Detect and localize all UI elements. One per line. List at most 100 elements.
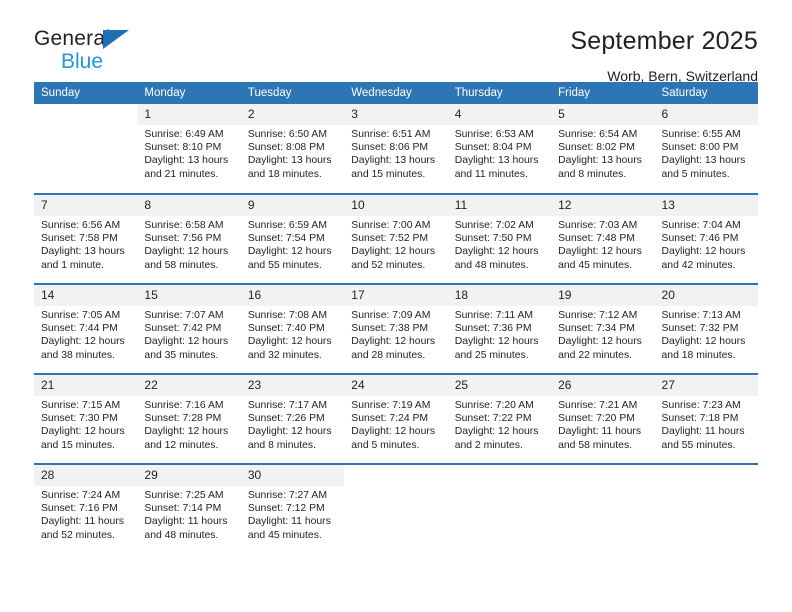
sunset-text: Sunset: 7:54 PM [247, 233, 325, 245]
calendar-cell-empty [34, 104, 138, 194]
empty-day-cell [551, 465, 655, 554]
day-cell[interactable]: 7 Sunrise: 6:56 AM Sunset: 7:58 PM Daylight… [34, 195, 138, 283]
day-cell[interactable]: 23 Sunrise: 7:17 AM Sunset: 7:26 PM Dayligh… [240, 375, 345, 463]
calendar-cell-day-13: 13 Sunrise: 7:04 AM Sunset: 7:46 PM Dayligh… [654, 193, 758, 284]
day-cell[interactable]: 4 Sunrise: 6:53 AM Sunset: 8:04 PM Daylight… [447, 104, 552, 193]
sunset-text: Sunset: 7:14 PM [144, 503, 222, 515]
day-number: 13 [654, 195, 758, 216]
daylight-text: Daylight: 12 hours and 12 minutes. [144, 426, 229, 451]
calendar-cell-day-18: 18 Sunrise: 7:11 AM Sunset: 7:36 PM Dayligh… [447, 283, 552, 374]
sunset-text: Sunset: 7:26 PM [247, 413, 325, 425]
day-cell[interactable]: 2 Sunrise: 6:50 AM Sunset: 8:08 PM Daylight… [240, 104, 345, 193]
sunset-text: Sunset: 7:40 PM [247, 323, 325, 335]
day-cell[interactable]: 9 Sunrise: 6:59 AM Sunset: 7:54 PM Daylight… [240, 195, 345, 283]
calendar-cell-day-16: 16 Sunrise: 7:08 AM Sunset: 7:40 PM Dayligh… [240, 283, 345, 374]
brand-name-general: General [34, 27, 111, 50]
brand-logo[interactable]: General Blue [34, 26, 154, 72]
day-cell[interactable]: 17 Sunrise: 7:09 AM Sunset: 7:38 PM Dayligh… [344, 285, 448, 373]
calendar-cell-day-4: 4 Sunrise: 6:53 AM Sunset: 8:04 PM Daylight… [447, 104, 552, 194]
sunset-text: Sunset: 7:30 PM [41, 413, 118, 425]
day-cell[interactable]: 24 Sunrise: 7:19 AM Sunset: 7:24 PM Dayligh… [344, 375, 448, 463]
day-cell[interactable]: 13 Sunrise: 7:04 AM Sunset: 7:46 PM Dayligh… [654, 195, 758, 283]
day-number: 25 [447, 375, 552, 396]
calendar-cell-empty [344, 463, 448, 554]
page-subtitle: Worb, Bern, Switzerland [607, 68, 758, 84]
day-sun-info: Sunrise: 7:07 AM Sunset: 7:42 PM Daylight:… [137, 306, 240, 362]
day-cell[interactable]: 22 Sunrise: 7:16 AM Sunset: 7:28 PM Dayligh… [137, 375, 241, 463]
day-cell[interactable]: 18 Sunrise: 7:11 AM Sunset: 7:36 PM Dayligh… [447, 285, 552, 373]
daylight-text: Daylight: 12 hours and 15 minutes. [41, 426, 125, 451]
day-cell[interactable]: 27 Sunrise: 7:23 AM Sunset: 7:18 PM Dayligh… [654, 375, 758, 463]
day-number-band [34, 104, 138, 125]
day-cell[interactable]: 30 Sunrise: 7:27 AM Sunset: 7:12 PM Dayligh… [240, 465, 345, 554]
sunrise-text: Sunrise: 7:19 AM [351, 400, 431, 411]
sunrise-text: Sunrise: 6:59 AM [247, 220, 327, 231]
daylight-text: Daylight: 13 hours and 8 minutes. [558, 155, 642, 180]
daylight-text: Daylight: 12 hours and 52 minutes. [351, 246, 436, 271]
calendar-cell-day-28: 28 Sunrise: 7:24 AM Sunset: 7:16 PM Dayligh… [34, 463, 138, 554]
sunrise-text: Sunrise: 6:58 AM [144, 220, 224, 231]
sunrise-text: Sunrise: 7:08 AM [247, 310, 327, 321]
day-cell[interactable]: 11 Sunrise: 7:02 AM Sunset: 7:50 PM Dayligh… [447, 195, 552, 283]
sunrise-text: Sunrise: 7:21 AM [558, 400, 638, 411]
sunset-text: Sunset: 7:44 PM [41, 323, 118, 335]
day-cell[interactable]: 6 Sunrise: 6:55 AM Sunset: 8:00 PM Daylight… [654, 104, 758, 193]
day-cell[interactable]: 3 Sunrise: 6:51 AM Sunset: 8:06 PM Daylight… [344, 104, 448, 193]
day-cell[interactable]: 15 Sunrise: 7:07 AM Sunset: 7:42 PM Dayligh… [137, 285, 241, 373]
day-cell[interactable]: 12 Sunrise: 7:03 AM Sunset: 7:48 PM Dayligh… [551, 195, 655, 283]
calendar-cell-day-11: 11 Sunrise: 7:02 AM Sunset: 7:50 PM Dayligh… [447, 193, 552, 284]
daylight-text: Daylight: 12 hours and 48 minutes. [454, 246, 539, 271]
daylight-text: Daylight: 12 hours and 5 minutes. [351, 426, 436, 451]
daylight-text: Daylight: 13 hours and 21 minutes. [144, 155, 229, 180]
calendar-cell-day-30: 30 Sunrise: 7:27 AM Sunset: 7:12 PM Dayligh… [240, 463, 345, 554]
day-cell[interactable]: 16 Sunrise: 7:08 AM Sunset: 7:40 PM Dayligh… [240, 285, 345, 373]
day-cell[interactable]: 19 Sunrise: 7:12 AM Sunset: 7:34 PM Dayligh… [551, 285, 655, 373]
calendar-cell-empty [654, 463, 758, 554]
day-cell[interactable]: 29 Sunrise: 7:25 AM Sunset: 7:14 PM Dayligh… [137, 465, 241, 554]
sunrise-text: Sunrise: 6:55 AM [661, 129, 741, 140]
empty-day-cell [654, 465, 758, 554]
calendar-cell-day-19: 19 Sunrise: 7:12 AM Sunset: 7:34 PM Dayligh… [551, 283, 655, 374]
day-cell[interactable]: 1 Sunrise: 6:49 AM Sunset: 8:10 PM Daylight… [137, 104, 241, 193]
calendar-cell-day-24: 24 Sunrise: 7:19 AM Sunset: 7:24 PM Dayligh… [344, 373, 448, 464]
day-sun-info: Sunrise: 7:23 AM Sunset: 7:18 PM Daylight:… [655, 396, 758, 452]
sunset-text: Sunset: 7:48 PM [558, 233, 635, 245]
sunrise-text: Sunrise: 7:09 AM [351, 310, 431, 321]
day-sun-info: Sunrise: 7:21 AM Sunset: 7:20 PM Daylight:… [551, 396, 654, 452]
day-number: 9 [240, 195, 345, 216]
day-sun-info: Sunrise: 6:54 AM Sunset: 8:02 PM Daylight:… [551, 125, 654, 181]
empty-day-cell [34, 104, 138, 193]
day-number-band [654, 465, 758, 486]
day-sun-info: Sunrise: 7:20 AM Sunset: 7:22 PM Daylight:… [448, 396, 551, 452]
day-sun-info: Sunrise: 7:15 AM Sunset: 7:30 PM Daylight:… [34, 396, 137, 452]
weekday-header-sunday: Sunday [34, 82, 138, 104]
weekday-header-monday: Monday [137, 82, 241, 104]
day-cell[interactable]: 8 Sunrise: 6:58 AM Sunset: 7:56 PM Daylight… [137, 195, 241, 283]
day-sun-info: Sunrise: 7:27 AM Sunset: 7:12 PM Daylight:… [241, 486, 344, 542]
calendar-cell-day-14: 14 Sunrise: 7:05 AM Sunset: 7:44 PM Dayligh… [34, 283, 138, 374]
day-cell[interactable]: 28 Sunrise: 7:24 AM Sunset: 7:16 PM Dayligh… [34, 465, 138, 554]
calendar-cell-day-29: 29 Sunrise: 7:25 AM Sunset: 7:14 PM Dayligh… [137, 463, 241, 554]
day-sun-info: Sunrise: 7:03 AM Sunset: 7:48 PM Daylight:… [551, 216, 654, 272]
sunset-text: Sunset: 8:02 PM [558, 142, 635, 154]
day-number: 6 [654, 104, 758, 125]
day-cell[interactable]: 25 Sunrise: 7:20 AM Sunset: 7:22 PM Dayligh… [447, 375, 552, 463]
day-cell[interactable]: 21 Sunrise: 7:15 AM Sunset: 7:30 PM Dayligh… [34, 375, 138, 463]
day-sun-info: Sunrise: 6:56 AM Sunset: 7:58 PM Daylight:… [34, 216, 137, 272]
sunrise-text: Sunrise: 7:20 AM [454, 400, 534, 411]
day-number: 28 [34, 465, 138, 486]
daylight-text: Daylight: 11 hours and 55 minutes. [661, 426, 745, 451]
sunset-text: Sunset: 7:22 PM [454, 413, 532, 425]
calendar-body: 1 Sunrise: 6:49 AM Sunset: 8:10 PM Daylight… [34, 104, 758, 554]
sunset-text: Sunset: 7:50 PM [454, 233, 532, 245]
day-sun-info: Sunrise: 7:12 AM Sunset: 7:34 PM Daylight:… [551, 306, 654, 362]
day-cell[interactable]: 10 Sunrise: 7:00 AM Sunset: 7:52 PM Dayligh… [344, 195, 448, 283]
day-sun-info: Sunrise: 7:05 AM Sunset: 7:44 PM Daylight:… [34, 306, 137, 362]
day-cell[interactable]: 20 Sunrise: 7:13 AM Sunset: 7:32 PM Dayligh… [654, 285, 758, 373]
calendar-week-row: 1 Sunrise: 6:49 AM Sunset: 8:10 PM Daylight… [34, 104, 758, 194]
sunset-text: Sunset: 7:58 PM [41, 233, 118, 245]
day-cell[interactable]: 26 Sunrise: 7:21 AM Sunset: 7:20 PM Dayligh… [551, 375, 655, 463]
day-cell[interactable]: 5 Sunrise: 6:54 AM Sunset: 8:02 PM Daylight… [551, 104, 655, 193]
day-cell[interactable]: 14 Sunrise: 7:05 AM Sunset: 7:44 PM Dayligh… [34, 285, 138, 373]
sunset-text: Sunset: 7:24 PM [351, 413, 429, 425]
